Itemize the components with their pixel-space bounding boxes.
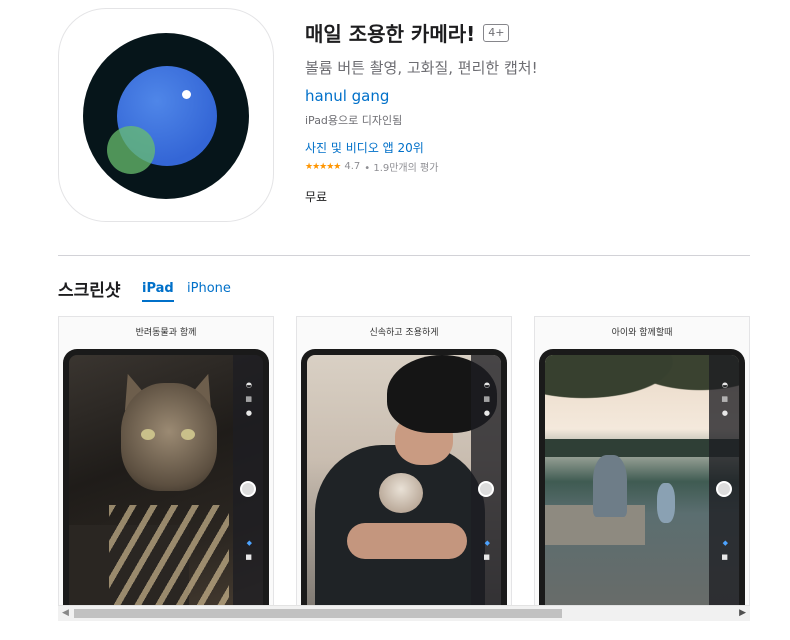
settings-icon[interactable]: ◓ bbox=[722, 381, 728, 389]
ipad-frame: ◓ ▦ ● ◆ ■ bbox=[539, 349, 745, 606]
timer-icon[interactable]: ● bbox=[722, 409, 728, 417]
timer-icon[interactable]: ● bbox=[246, 409, 252, 417]
rating-count: • 1.9만개의 평가 bbox=[364, 163, 439, 174]
cat-image bbox=[121, 383, 217, 491]
camera-mode-icon[interactable]: ◆ bbox=[485, 539, 490, 547]
screenshots-heading: 스크린샷 bbox=[58, 281, 121, 301]
title-row: 매일 조용한 카메라! 4+ bbox=[305, 18, 510, 47]
designed-for-label: iPad용으로 디자인됨 bbox=[305, 114, 403, 127]
grid-icon[interactable]: ▦ bbox=[721, 395, 728, 403]
section-divider bbox=[58, 255, 750, 256]
screenshot-caption: 아이와 함께할때 bbox=[611, 328, 673, 338]
shutter-button[interactable] bbox=[478, 481, 494, 497]
camera-preview: ◓ ▦ ● ◆ ■ bbox=[545, 355, 739, 606]
camera-mode-icon[interactable]: ◆ bbox=[247, 539, 252, 547]
developer-link[interactable]: hanul gang bbox=[305, 87, 389, 105]
grid-icon[interactable]: ▦ bbox=[245, 395, 252, 403]
screenshot-3[interactable]: 아이와 함께할때 ◓ ▦ ● ◆ ■ bbox=[534, 316, 750, 606]
app-subtitle: 볼륨 버튼 촬영, 고화질, 편리한 캡처! bbox=[305, 59, 538, 77]
video-mode-icon[interactable]: ■ bbox=[245, 553, 252, 561]
timer-icon[interactable]: ● bbox=[484, 409, 490, 417]
scroll-left-arrow-icon[interactable]: ◀ bbox=[62, 608, 69, 618]
shutter-button[interactable] bbox=[240, 481, 256, 497]
screenshot-caption: 신속하고 조용하게 bbox=[369, 328, 439, 338]
category-rank-link[interactable]: 사진 및 비디오 앱 20위 bbox=[305, 139, 424, 156]
screenshot-1[interactable]: 반려동물과 함께 ◓ ▦ ● ◆ ■ bbox=[58, 316, 274, 606]
kitten-image bbox=[379, 473, 423, 513]
app-icon bbox=[58, 8, 274, 222]
tab-iphone[interactable]: iPhone bbox=[187, 281, 231, 296]
app-title: 매일 조용한 카메라! bbox=[305, 22, 476, 46]
shutter-button[interactable] bbox=[716, 481, 732, 497]
lens-icon bbox=[83, 33, 249, 199]
scroll-right-arrow-icon[interactable]: ▶ bbox=[739, 608, 746, 618]
ipad-frame: ◓ ▦ ● ◆ ■ bbox=[301, 349, 507, 606]
age-rating-badge: 4+ bbox=[483, 23, 510, 42]
video-mode-icon[interactable]: ■ bbox=[483, 553, 490, 561]
price-label: 무료 bbox=[305, 190, 328, 204]
star-rating-icon: ★★★★★ bbox=[305, 161, 341, 172]
child-image bbox=[657, 483, 675, 523]
ipad-frame: ◓ ▦ ● ◆ ■ bbox=[63, 349, 269, 606]
screenshot-caption: 반려동물과 함께 bbox=[135, 328, 197, 338]
camera-side-panel: ◓ ▦ ● ◆ ■ bbox=[471, 355, 501, 606]
rating-row: ★★★★★ 4.7 • 1.9만개의 평가 bbox=[305, 159, 438, 174]
screenshot-2[interactable]: 신속하고 조용하게 ◓ ▦ ● ◆ ■ bbox=[296, 316, 512, 606]
settings-icon[interactable]: ◓ bbox=[484, 381, 490, 389]
camera-preview: ◓ ▦ ● ◆ ■ bbox=[307, 355, 501, 606]
camera-mode-icon[interactable]: ◆ bbox=[723, 539, 728, 547]
camera-side-panel: ◓ ▦ ● ◆ ■ bbox=[233, 355, 263, 606]
video-mode-icon[interactable]: ■ bbox=[721, 553, 728, 561]
camera-preview: ◓ ▦ ● ◆ ■ bbox=[69, 355, 263, 606]
mother-image bbox=[593, 455, 627, 517]
horizontal-scrollbar[interactable]: ◀ ▶ bbox=[58, 605, 750, 621]
camera-side-panel: ◓ ▦ ● ◆ ■ bbox=[709, 355, 739, 606]
rating-value: 4.7 bbox=[344, 161, 361, 172]
settings-icon[interactable]: ◓ bbox=[246, 381, 252, 389]
tab-ipad[interactable]: iPad bbox=[142, 281, 174, 302]
scroll-thumb[interactable] bbox=[74, 609, 562, 618]
grid-icon[interactable]: ▦ bbox=[483, 395, 490, 403]
